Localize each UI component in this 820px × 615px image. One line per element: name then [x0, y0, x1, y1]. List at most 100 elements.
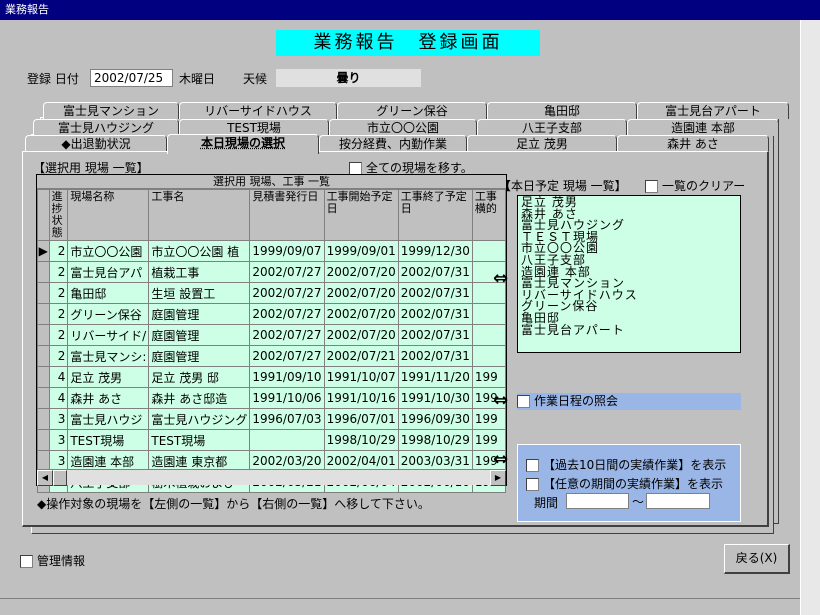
row-selector[interactable]	[37, 324, 50, 346]
col-header-work-name[interactable]: 工事名	[148, 189, 251, 241]
table-cell[interactable]: 富士見マンシ:	[67, 345, 150, 367]
table-cell[interactable]: 庭園管理	[148, 345, 251, 367]
custom-period-checkbox[interactable]: 【任意の期間の実績作業】を表示	[526, 475, 723, 492]
table-cell[interactable]: 2	[48, 324, 69, 346]
table-row[interactable]: 2 富士見マンシ: 庭園管理 2002/07/27 2002/07/21 2002/07/…	[37, 345, 507, 367]
row-selector[interactable]	[37, 261, 50, 283]
col-header-start-date[interactable]: 工事開始予定日	[323, 189, 399, 241]
col-header-extra[interactable]: 工事横的	[471, 189, 507, 241]
table-cell[interactable]: 2002/07/27	[249, 324, 325, 346]
table-cell[interactable]: 富士見台アパ	[67, 261, 150, 283]
table-cell[interactable]: 2002/07/31	[397, 282, 473, 304]
tab-allocated-expenses[interactable]: 按分経費、内勤作業	[319, 135, 467, 152]
table-cell[interactable]: 2002/07/21	[323, 345, 399, 367]
table-cell[interactable]: 庭園管理	[148, 324, 251, 346]
tab-fujimi-housing[interactable]: 富士見ハウジング	[33, 119, 179, 136]
weather-field[interactable]: 曇り	[276, 69, 421, 87]
past10-check-box[interactable]	[526, 459, 539, 472]
mgmt-info-check-box[interactable]	[20, 555, 33, 568]
table-cell[interactable]: 植栽工事	[148, 261, 251, 283]
table-cell[interactable]: 3	[48, 429, 69, 451]
table-cell[interactable]: 1999/09/07	[249, 240, 325, 262]
table-cell[interactable]: 2	[48, 240, 69, 262]
col-header-status[interactable]: 進捗状態	[48, 189, 69, 241]
table-cell[interactable]: 2002/07/31	[397, 303, 473, 325]
row-selector[interactable]	[37, 282, 50, 304]
row-selector[interactable]	[37, 366, 50, 388]
table-cell[interactable]: 2002/07/20	[323, 303, 399, 325]
table-cell[interactable]	[471, 345, 507, 367]
scroll-right-icon[interactable]: ▶	[490, 470, 506, 486]
row-selector[interactable]	[37, 429, 50, 451]
table-row[interactable]: 2 グリーン保谷 庭園管理 2002/07/27 2002/07/20 2002/07/3…	[37, 303, 507, 325]
period-start-input[interactable]	[566, 493, 629, 509]
current-row-pointer-icon[interactable]: ▶	[37, 240, 50, 262]
scroll-left-icon[interactable]: ◀	[37, 470, 53, 486]
table-cell[interactable]: グリーン保谷	[67, 303, 150, 325]
table-cell[interactable]: 2	[48, 282, 69, 304]
back-button[interactable]: 戻る(X)	[724, 544, 790, 574]
table-cell[interactable]: 1991/10/07	[323, 366, 399, 388]
schedule-inquiry-bar[interactable]: 作業日程の照会	[517, 393, 741, 410]
table-cell[interactable]: TEST現場	[148, 429, 251, 451]
table-cell[interactable]: 2002/07/20	[323, 261, 399, 283]
mgmt-info-checkbox[interactable]: 管理情報	[20, 552, 85, 569]
table-cell[interactable]: 1996/09/30	[397, 408, 473, 430]
tab-today-site-select[interactable]: 本日現場の選択	[167, 134, 319, 154]
table-cell[interactable]: 市立〇〇公園	[67, 240, 150, 262]
table-row[interactable]: 2 リバーサイド/庭園管理 2002/07/27 2002/07/20 2002/07/…	[37, 324, 507, 346]
table-cell[interactable]: 2002/07/20	[323, 282, 399, 304]
scroll-thumb[interactable]	[53, 470, 67, 486]
date-input[interactable]: 2002/07/25	[90, 69, 173, 87]
list-item[interactable]: 富士見台アパート	[521, 324, 737, 337]
clear-list-checkbox[interactable]: 一覧のクリアー	[645, 177, 745, 194]
tab-shiritsu-park[interactable]: 市立〇〇公園	[329, 119, 477, 136]
table-cell[interactable]: 亀田邸	[67, 282, 150, 304]
table-cell[interactable]: 庭園管理	[148, 303, 251, 325]
table-cell[interactable]	[471, 303, 507, 325]
today-site-list[interactable]: 足立 茂男 森井 あさ 富士見ハウジング ＴＥＳＴ現場 市立〇〇公園 八王子支部 造園連 本…	[517, 195, 741, 353]
table-cell[interactable]: 足立 茂男	[67, 366, 150, 388]
table-cell[interactable]: 199	[471, 408, 507, 430]
tab-green-hoya[interactable]: グリーン保谷	[337, 102, 487, 119]
table-cell[interactable]: 2002/07/20	[323, 324, 399, 346]
horizontal-scrollbar[interactable]: ◀ ▶	[37, 469, 506, 486]
schedule-inquiry-check-box[interactable]	[517, 395, 530, 408]
clear-list-check-box[interactable]	[645, 180, 658, 193]
table-row[interactable]: 4 足立 茂男 足立 茂男 邸 1991/09/10 1991/10/07 1991/11…	[37, 366, 507, 388]
table-cell[interactable]: 2	[48, 345, 69, 367]
tab-morii-asa[interactable]: 森井 あさ	[617, 135, 769, 152]
table-cell[interactable]	[471, 240, 507, 262]
table-row[interactable]: 3 富士見ハウジ 富士見ハウジング 1996/07/03 1996/07/01 1996/…	[37, 408, 507, 430]
table-cell[interactable]	[249, 429, 325, 451]
tab-adachi-shigeo[interactable]: 足立 茂男	[467, 135, 617, 152]
col-header-end-date[interactable]: 工事終了予定日	[397, 189, 473, 241]
table-cell[interactable]: リバーサイド/	[67, 324, 150, 346]
table-row[interactable]: 2 富士見台アパ 植栽工事 2002/07/27 2002/07/20 2002/07/3…	[37, 261, 507, 283]
table-cell[interactable]: 1991/10/06	[249, 387, 325, 409]
table-cell[interactable]: 2002/07/27	[249, 345, 325, 367]
custom-period-check-box[interactable]	[526, 478, 539, 491]
col-header-site-name[interactable]: 現場名称	[67, 189, 150, 241]
table-cell[interactable]: 1996/07/03	[249, 408, 325, 430]
tab-zoenren-honbu[interactable]: 造園連 本部	[627, 119, 779, 136]
table-row[interactable]: 2 亀田邸 生垣 設置工 2002/07/27 2002/07/20 2002/07/31	[37, 282, 507, 304]
period-end-input[interactable]	[646, 493, 710, 509]
table-cell[interactable]: 森井 あさ	[67, 387, 150, 409]
table-cell[interactable]	[471, 324, 507, 346]
tab-fujimi-mansion[interactable]: 富士見マンション	[43, 102, 179, 119]
table-row[interactable]: ▶ 2 市立〇〇公園 市立〇〇公園 植 1999/09/07 1999/09/01 1999…	[37, 240, 507, 262]
table-row[interactable]: 3 TEST現場 TEST現場 1998/10/29 1998/10/29 199	[37, 429, 507, 451]
table-cell[interactable]: 1991/09/10	[249, 366, 325, 388]
tab-riverside-house[interactable]: リバーサイドハウス	[179, 102, 337, 119]
table-cell[interactable]: 199	[471, 429, 507, 451]
table-row[interactable]: 4 森井 あさ 森井 あさ邸造 1991/10/06 1991/10/16 1991/10…	[37, 387, 507, 409]
table-cell[interactable]: 2002/07/27	[249, 282, 325, 304]
table-cell[interactable]: 市立〇〇公園 植	[148, 240, 251, 262]
table-cell[interactable]: 2002/07/27	[249, 261, 325, 283]
transfer-arrow-icon[interactable]: ⇔	[493, 270, 508, 288]
table-cell[interactable]: 1991/10/16	[323, 387, 399, 409]
col-header-estimate-date[interactable]: 見積書発行日	[249, 189, 325, 241]
table-cell[interactable]: 199	[471, 366, 507, 388]
table-cell[interactable]: 4	[48, 387, 69, 409]
